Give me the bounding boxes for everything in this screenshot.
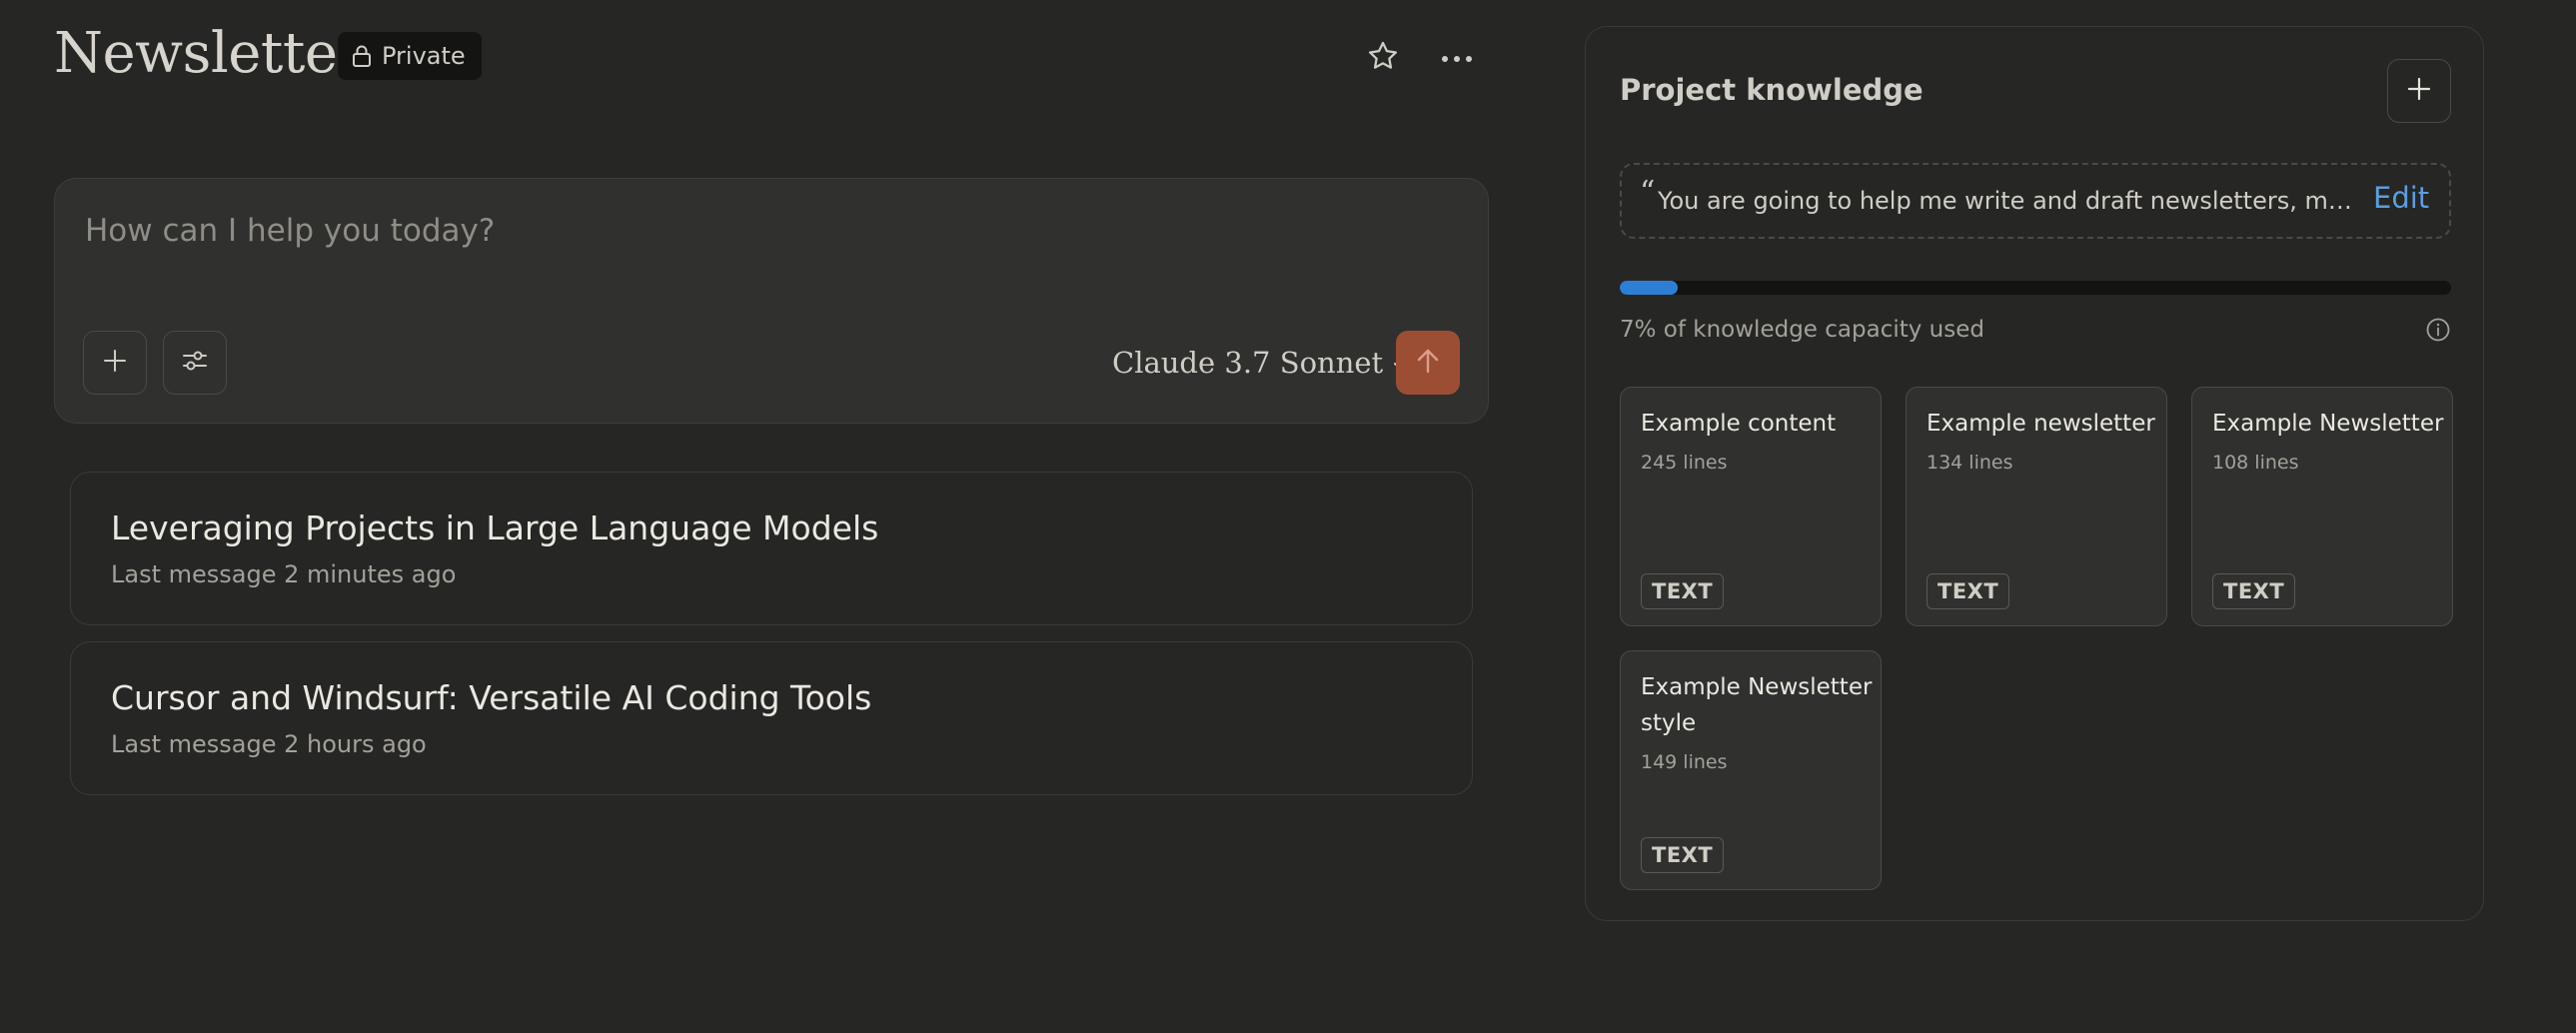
file-line-count: 108 lines [2212, 452, 2299, 474]
lock-icon [352, 45, 372, 67]
add-knowledge-button[interactable] [2387, 59, 2451, 123]
file-name: Example content [1641, 411, 1837, 437]
edit-instructions-link[interactable]: Edit [2373, 181, 2429, 215]
conversation-title: Cursor and Windsurf: Versatile AI Coding… [111, 678, 872, 717]
private-badge[interactable]: Private [338, 32, 482, 80]
conversation-timestamp: Last message 2 hours ago [111, 730, 427, 758]
add-attachment-button[interactable] [83, 331, 147, 395]
file-type-badge: TEXT [2212, 573, 2296, 609]
plus-icon [102, 348, 128, 378]
page-title: Newsletter [54, 21, 364, 86]
knowledge-file-card[interactable]: Example Newsletter style 149 lines TEXT [1620, 650, 1882, 890]
file-type-badge: TEXT [1641, 573, 1725, 609]
composer: Claude 3.7 Sonnet [54, 178, 1489, 424]
project-knowledge-panel: Project knowledge “ You are going to hel… [1585, 26, 2484, 921]
conversation-title: Leveraging Projects in Large Language Mo… [111, 509, 879, 547]
instructions-preview: You are going to help me write and draft… [1658, 187, 2357, 215]
file-type-badge: TEXT [1927, 573, 2010, 609]
send-button[interactable] [1396, 331, 1460, 395]
header: Newsletter Private [54, 22, 1489, 94]
quote-icon: “ [1640, 175, 1656, 210]
panel-title: Project knowledge [1620, 73, 1924, 107]
project-instructions[interactable]: “ You are going to help me write and dra… [1620, 163, 2451, 239]
capacity-label: 7% of knowledge capacity used [1620, 317, 1984, 343]
capacity-bar [1620, 281, 2451, 295]
knowledge-file-card[interactable]: Example content 245 lines TEXT [1620, 387, 1882, 626]
conversation-item[interactable]: Cursor and Windsurf: Versatile AI Coding… [70, 641, 1473, 795]
plus-icon [2406, 76, 2432, 106]
more-options-button[interactable] [1435, 36, 1479, 80]
file-type-badge: TEXT [1641, 837, 1725, 873]
file-line-count: 149 lines [1641, 751, 1728, 773]
visibility-label: Private [382, 42, 466, 70]
conversation-item[interactable]: Leveraging Projects in Large Language Mo… [70, 472, 1473, 625]
conversation-timestamp: Last message 2 minutes ago [111, 560, 457, 588]
message-input[interactable] [83, 207, 1452, 255]
file-line-count: 134 lines [1927, 452, 2013, 474]
model-label: Claude 3.7 Sonnet [1112, 346, 1384, 380]
tools-button[interactable] [163, 331, 227, 395]
file-name: Example newsletter [1927, 411, 2155, 437]
file-name: Example Newsletter style [1641, 674, 1873, 736]
file-name: Example Newsletter [2212, 411, 2444, 437]
star-button[interactable] [1361, 36, 1405, 80]
file-line-count: 245 lines [1641, 452, 1728, 474]
star-icon [1366, 39, 1400, 77]
sliders-icon [181, 348, 209, 378]
ellipsis-icon [1440, 49, 1474, 68]
arrow-up-icon [1415, 347, 1441, 379]
capacity-bar-fill [1620, 281, 1679, 295]
model-selector[interactable]: Claude 3.7 Sonnet [1112, 339, 1411, 387]
knowledge-file-card[interactable]: Example newsletter 134 lines TEXT [1906, 387, 2167, 626]
knowledge-file-card[interactable]: Example Newsletter 108 lines TEXT [2191, 387, 2453, 626]
info-icon[interactable] [2425, 317, 2451, 343]
